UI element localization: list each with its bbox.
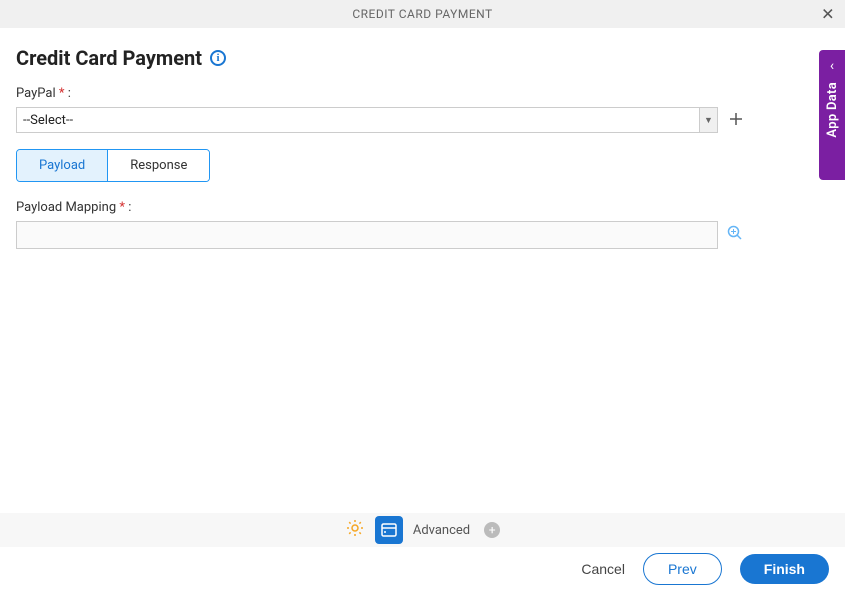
select-value: --Select-- [23,113,73,128]
tabs: Payload Response [16,149,210,182]
info-icon[interactable]: i [210,50,226,66]
paypal-select[interactable]: --Select-- ▼ [16,107,718,133]
footer-buttons: Cancel Prev Finish [581,553,829,585]
prev-button[interactable]: Prev [643,553,722,585]
close-icon[interactable]: ✕ [821,5,835,24]
app-data-label: App Data [825,82,840,138]
payload-mapping-input[interactable] [16,221,718,249]
tab-response[interactable]: Response [107,150,209,181]
dialog-header: CREDIT CARD PAYMENT ✕ [0,0,845,28]
content-area: Credit Card Payment i PayPal * : --Selec… [0,28,845,249]
chevron-left-icon: ‹ [830,58,834,74]
chevron-down-icon: ▼ [699,108,717,132]
gear-icon[interactable] [345,518,365,542]
page-title: Credit Card Payment [16,46,202,70]
dialog-title: CREDIT CARD PAYMENT [352,7,492,21]
paypal-select-row: --Select-- ▼ [16,107,829,133]
advanced-label: Advanced [413,523,470,538]
paypal-label: PayPal * : [16,86,829,101]
form-icon[interactable] [375,516,403,544]
tab-payload[interactable]: Payload [17,150,107,181]
advanced-add-icon[interactable]: + [484,522,500,538]
app-data-panel-handle[interactable]: ‹ App Data [819,50,845,180]
footer-toolbar: Advanced + [0,513,845,547]
cancel-button[interactable]: Cancel [581,561,625,577]
payload-mapping-label: Payload Mapping * : [16,200,829,215]
finish-button[interactable]: Finish [740,554,829,584]
magnify-icon[interactable] [726,224,744,246]
add-paypal-button[interactable] [728,110,744,130]
payload-mapping-row [16,221,829,249]
page-title-row: Credit Card Payment i [16,46,829,70]
